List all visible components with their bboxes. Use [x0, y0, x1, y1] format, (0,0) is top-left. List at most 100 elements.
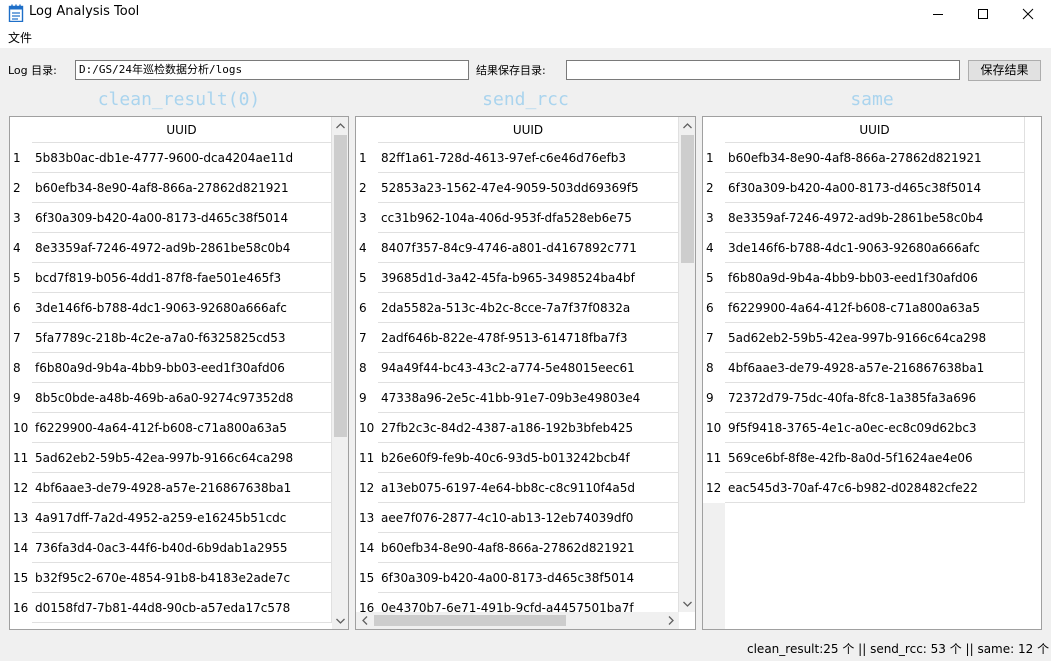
save-result-button[interactable]: 保存结果 [968, 60, 1041, 81]
log-dir-input[interactable]: D:/GS/24年巡检数据分析/logs [75, 60, 469, 80]
arrow-up-icon[interactable] [332, 117, 348, 134]
uuid-cell[interactable]: 6f30a309-b420-4a00-8173-d465c38f5014 [378, 563, 679, 593]
uuid-cell[interactable]: b26e60f9-fe9b-40c6-93d5-b013242bcb4f [378, 443, 679, 473]
uuid-cell[interactable]: 5fa7789c-218b-4c2e-a7a0-f6325825cd53 [32, 323, 332, 353]
uuid-cell[interactable]: 9f5f9418-3765-4e1c-a0ec-ec8c09d62bc3 [725, 413, 1025, 443]
uuid-cell[interactable]: aee7f076-2877-4c10-ab13-12eb74039df0 [378, 503, 679, 533]
table-row[interactable]: 9 47338a96-2e5c-41bb-91e7-09b3e49803e4 [356, 383, 679, 413]
table-row[interactable]: 8 4bf6aae3-de79-4928-a57e-216867638ba1 [703, 353, 1025, 383]
table-row[interactable]: 5 bcd7f819-b056-4dd1-87f8-fae501e465f3 [10, 263, 332, 293]
table-row[interactable]: 6 2da5582a-513c-4b2c-8cce-7a7f37f0832a [356, 293, 679, 323]
table-row[interactable]: 6 f6229900-4a64-412f-b608-c71a800a63a5 [703, 293, 1025, 323]
uuid-cell[interactable]: f6b80a9d-9b4a-4bb9-bb03-eed1f30afd06 [725, 263, 1025, 293]
table-row[interactable]: 16 d0158fd7-7b81-44d8-90cb-a57eda17c578 [10, 593, 332, 623]
uuid-cell[interactable]: 8b5c0bde-a48b-469b-a6a0-9274c97352d8 [32, 383, 332, 413]
vertical-scrollbar[interactable] [679, 117, 695, 612]
uuid-cell[interactable]: 736fa3d4-0ac3-44f6-b40d-6b9dab1a2955 [32, 533, 332, 563]
table-row[interactable]: 12 4bf6aae3-de79-4928-a57e-216867638ba1 [10, 473, 332, 503]
uuid-cell[interactable]: 27fb2c3c-84d2-4387-a186-192b3bfeb425 [378, 413, 679, 443]
uuid-cell[interactable]: 4bf6aae3-de79-4928-a57e-216867638ba1 [725, 353, 1025, 383]
table-row[interactable]: 5 f6b80a9d-9b4a-4bb9-bb03-eed1f30afd06 [703, 263, 1025, 293]
arrow-right-icon[interactable] [662, 612, 679, 629]
table-row[interactable]: 2 b60efb34-8e90-4af8-866a-27862d821921 [10, 173, 332, 203]
uuid-cell[interactable]: 3de146f6-b788-4dc1-9063-92680a666afc [725, 233, 1025, 263]
table-row[interactable]: 15 6f30a309-b420-4a00-8173-d465c38f5014 [356, 563, 679, 593]
table-row[interactable]: 4 8e3359af-7246-4972-ad9b-2861be58c0b4 [10, 233, 332, 263]
table-row[interactable]: 13 4a917dff-7a2d-4952-a259-e16245b51cdc [10, 503, 332, 533]
uuid-cell[interactable]: f6b80a9d-9b4a-4bb9-bb03-eed1f30afd06 [32, 353, 332, 383]
close-button[interactable] [1005, 0, 1051, 28]
uuid-cell[interactable]: a13eb075-6197-4e64-bb8c-c8c9110f4a5d [378, 473, 679, 503]
table-row[interactable]: 11 569ce6bf-8f8e-42fb-8a0d-5f1624ae4e06 [703, 443, 1025, 473]
uuid-cell[interactable]: 8e3359af-7246-4972-ad9b-2861be58c0b4 [725, 203, 1025, 233]
table-row[interactable]: 9 72372d79-75dc-40fa-8fc8-1a385fa3a696 [703, 383, 1025, 413]
send-rcc-table[interactable]: UUID 1 82ff1a61-728d-4613-97ef-c6e46d76ef… [355, 116, 696, 630]
uuid-cell[interactable]: 5ad62eb2-59b5-42ea-997b-9166c64ca298 [725, 323, 1025, 353]
table-row[interactable]: 4 3de146f6-b788-4dc1-9063-92680a666afc [703, 233, 1025, 263]
table-row[interactable]: 14 736fa3d4-0ac3-44f6-b40d-6b9dab1a2955 [10, 533, 332, 563]
uuid-cell[interactable]: 569ce6bf-8f8e-42fb-8a0d-5f1624ae4e06 [725, 443, 1025, 473]
table-row[interactable]: 12 a13eb075-6197-4e64-bb8c-c8c9110f4a5d [356, 473, 679, 503]
clean-result-table[interactable]: UUID 1 5b83b0ac-db1e-4777-9600-dca4204ae1… [9, 116, 349, 630]
column-header-uuid[interactable]: UUID [378, 117, 679, 143]
maximize-button[interactable] [960, 0, 1006, 28]
uuid-cell[interactable]: 2da5582a-513c-4b2c-8cce-7a7f37f0832a [378, 293, 679, 323]
uuid-cell[interactable]: 8e3359af-7246-4972-ad9b-2861be58c0b4 [32, 233, 332, 263]
table-row[interactable]: 8 f6b80a9d-9b4a-4bb9-bb03-eed1f30afd06 [10, 353, 332, 383]
scroll-thumb[interactable] [334, 135, 347, 437]
uuid-cell[interactable]: eac545d3-70af-47c6-b982-d028482cfe22 [725, 473, 1025, 503]
table-row[interactable]: 12 eac545d3-70af-47c6-b982-d028482cfe22 [703, 473, 1025, 503]
table-row[interactable]: 2 6f30a309-b420-4a00-8173-d465c38f5014 [703, 173, 1025, 203]
table-row[interactable]: 11 b26e60f9-fe9b-40c6-93d5-b013242bcb4f [356, 443, 679, 473]
table-row[interactable]: 7 5ad62eb2-59b5-42ea-997b-9166c64ca298 [703, 323, 1025, 353]
table-row[interactable]: 1 5b83b0ac-db1e-4777-9600-dca4204ae11d [10, 143, 332, 173]
table-row[interactable]: 2 52853a23-1562-47e4-9059-503dd69369f5 [356, 173, 679, 203]
table-row[interactable]: 10 27fb2c3c-84d2-4387-a186-192b3bfeb425 [356, 413, 679, 443]
table-row[interactable]: 1 82ff1a61-728d-4613-97ef-c6e46d76efb3 [356, 143, 679, 173]
table-row[interactable]: 5 39685d1d-3a42-45fa-b965-3498524ba4bf [356, 263, 679, 293]
uuid-cell[interactable]: bcd7f819-b056-4dd1-87f8-fae501e465f3 [32, 263, 332, 293]
horizontal-scrollbar[interactable] [356, 612, 679, 629]
uuid-cell[interactable]: 4a917dff-7a2d-4952-a259-e16245b51cdc [32, 503, 332, 533]
scroll-thumb[interactable] [374, 615, 566, 626]
uuid-cell[interactable]: f6229900-4a64-412f-b608-c71a800a63a5 [725, 293, 1025, 323]
minimize-button[interactable] [915, 0, 961, 28]
arrow-down-icon[interactable] [332, 612, 348, 629]
uuid-cell[interactable]: b60efb34-8e90-4af8-866a-27862d821921 [378, 533, 679, 563]
table-row[interactable]: 3 8e3359af-7246-4972-ad9b-2861be58c0b4 [703, 203, 1025, 233]
table-row[interactable]: 10 f6229900-4a64-412f-b608-c71a800a63a5 [10, 413, 332, 443]
same-table[interactable]: UUID 1 b60efb34-8e90-4af8-866a-27862d8219… [702, 116, 1042, 630]
column-header-uuid[interactable]: UUID [725, 117, 1025, 143]
menu-file[interactable]: 文件 [8, 31, 32, 45]
uuid-cell[interactable]: 6f30a309-b420-4a00-8173-d465c38f5014 [725, 173, 1025, 203]
scroll-thumb[interactable] [681, 135, 694, 263]
table-row[interactable]: 11 5ad62eb2-59b5-42ea-997b-9166c64ca298 [10, 443, 332, 473]
uuid-cell[interactable]: 6f30a309-b420-4a00-8173-d465c38f5014 [32, 203, 332, 233]
uuid-cell[interactable]: b32f95c2-670e-4854-91b8-b4183e2ade7c [32, 563, 332, 593]
uuid-cell[interactable]: 2adf646b-822e-478f-9513-614718fba7f3 [378, 323, 679, 353]
column-header-uuid[interactable]: UUID [32, 117, 332, 143]
arrow-up-icon[interactable] [679, 117, 695, 134]
vertical-scrollbar[interactable] [332, 117, 348, 629]
table-row[interactable]: 7 5fa7789c-218b-4c2e-a7a0-f6325825cd53 [10, 323, 332, 353]
uuid-cell[interactable]: 5b83b0ac-db1e-4777-9600-dca4204ae11d [32, 143, 332, 173]
table-row[interactable]: 4 8407f357-84c9-4746-a801-d4167892c771 [356, 233, 679, 263]
uuid-cell[interactable]: cc31b962-104a-406d-953f-dfa528eb6e75 [378, 203, 679, 233]
uuid-cell[interactable]: 82ff1a61-728d-4613-97ef-c6e46d76efb3 [378, 143, 679, 173]
table-row[interactable]: 8 94a49f44-bc43-43c2-a774-5e48015eec61 [356, 353, 679, 383]
table-row[interactable]: 14 b60efb34-8e90-4af8-866a-27862d821921 [356, 533, 679, 563]
uuid-cell[interactable]: 3de146f6-b788-4dc1-9063-92680a666afc [32, 293, 332, 323]
arrow-left-icon[interactable] [356, 612, 373, 629]
table-row[interactable]: 3 6f30a309-b420-4a00-8173-d465c38f5014 [10, 203, 332, 233]
table-row[interactable]: 13 aee7f076-2877-4c10-ab13-12eb74039df0 [356, 503, 679, 533]
uuid-cell[interactable]: 47338a96-2e5c-41bb-91e7-09b3e49803e4 [378, 383, 679, 413]
title-bar[interactable]: Log Analysis Tool [0, 0, 1051, 28]
uuid-cell[interactable]: d0158fd7-7b81-44d8-90cb-a57eda17c578 [32, 593, 332, 623]
arrow-down-icon[interactable] [679, 595, 695, 612]
table-row[interactable]: 10 9f5f9418-3765-4e1c-a0ec-ec8c09d62bc3 [703, 413, 1025, 443]
uuid-cell[interactable]: 4bf6aae3-de79-4928-a57e-216867638ba1 [32, 473, 332, 503]
uuid-cell[interactable]: 72372d79-75dc-40fa-8fc8-1a385fa3a696 [725, 383, 1025, 413]
uuid-cell[interactable]: b60efb34-8e90-4af8-866a-27862d821921 [725, 143, 1025, 173]
table-row[interactable]: 15 b32f95c2-670e-4854-91b8-b4183e2ade7c [10, 563, 332, 593]
uuid-cell[interactable]: b60efb34-8e90-4af8-866a-27862d821921 [32, 173, 332, 203]
